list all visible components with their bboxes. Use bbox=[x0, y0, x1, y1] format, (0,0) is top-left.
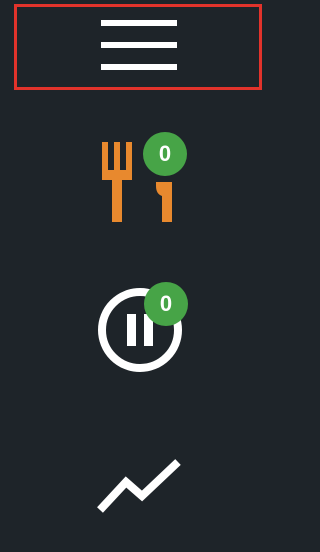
nav-item-analytics[interactable] bbox=[60, 440, 220, 550]
orders-count-badge: 0 bbox=[143, 132, 187, 176]
nav-item-orders[interactable]: 0 bbox=[60, 130, 220, 240]
hamburger-menu-icon bbox=[101, 20, 177, 70]
navigation-rail: 0 0 bbox=[0, 0, 279, 552]
menu-button[interactable] bbox=[14, 4, 262, 90]
trend-line-icon bbox=[97, 459, 181, 513]
nav-item-paused[interactable]: 0 bbox=[60, 282, 220, 394]
paused-count-badge: 0 bbox=[144, 282, 188, 326]
